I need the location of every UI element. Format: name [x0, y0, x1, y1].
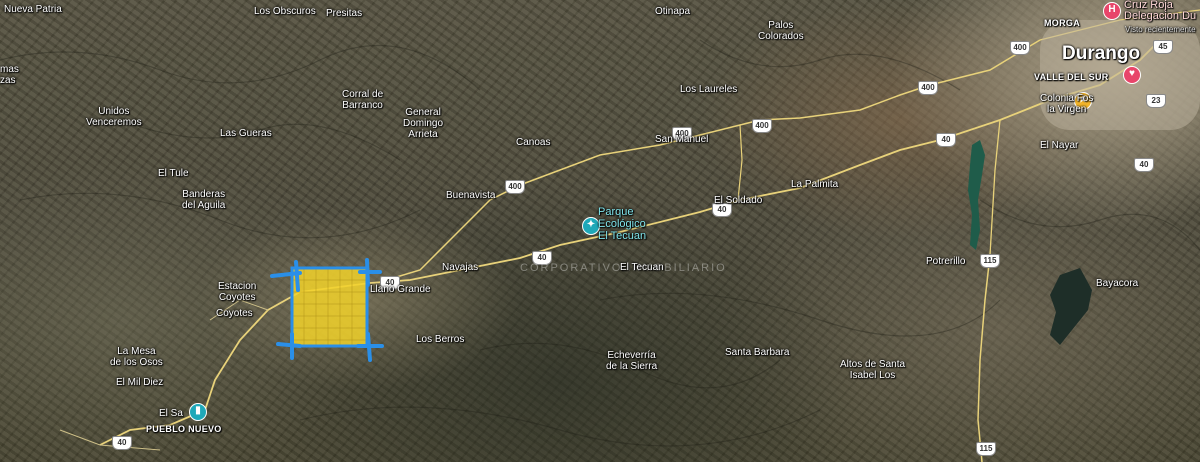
place-label[interactable]: Corral de Barranco	[342, 89, 383, 111]
route-400-shield: 400	[1010, 41, 1030, 55]
place-label[interactable]: Palos Colorados	[758, 20, 804, 42]
place-label[interactable]: MORGA	[1044, 18, 1080, 28]
place-label[interactable]: PUEBLO NUEVO	[146, 424, 222, 434]
place-label-sub: Visto recientemente	[1125, 25, 1196, 34]
place-label[interactable]: La Mesa de los Osos	[110, 346, 163, 368]
route-115-shield: 115	[976, 442, 996, 456]
place-label[interactable]: Presitas	[326, 8, 362, 19]
place-label[interactable]: Estacion Coyotes	[218, 281, 256, 303]
place-label[interactable]: Altos de Santa Isabel Los	[840, 359, 905, 381]
place-label[interactable]: Banderas del Aguila	[182, 189, 225, 211]
route-40-shield: 40	[936, 133, 956, 147]
terrain-texture	[0, 39, 1200, 447]
place-label[interactable]: Canoas	[516, 137, 550, 148]
place-label[interactable]: Colonia Fos la Virgen	[1040, 93, 1093, 115]
place-label[interactable]: Santa Barbara	[725, 347, 790, 358]
place-label[interactable]: Echeverría de la Sierra	[606, 350, 657, 372]
place-label[interactable]: Nueva Patria	[4, 4, 62, 15]
reservoir-south	[1050, 268, 1092, 345]
place-label[interactable]: zas	[0, 75, 16, 86]
route-45-shield: 45	[1153, 40, 1173, 54]
bookmark-pin-icon[interactable]: ▮	[189, 403, 207, 421]
place-label[interactable]: San Manuel	[655, 134, 708, 145]
city-label[interactable]: Durango	[1062, 43, 1140, 64]
place-label[interactable]: El Sa	[159, 408, 183, 419]
place-label[interactable]: Las Gueras	[220, 128, 272, 139]
park-label[interactable]: Parque Ecológico El Tecuan	[598, 206, 646, 242]
place-label[interactable]: VALLE DEL SUR	[1034, 72, 1109, 82]
highlighted-parcel[interactable]	[270, 258, 384, 362]
place-label[interactable]: Llano Grande	[370, 284, 431, 295]
highway-115	[977, 254, 991, 462]
place-label[interactable]: Los Obscuros	[254, 6, 316, 17]
place-label[interactable]: Navajas	[442, 262, 478, 273]
place-label[interactable]: Unidos Venceremos	[86, 106, 142, 128]
place-label[interactable]: Potrerillo	[926, 256, 965, 267]
place-label[interactable]: Los Laureles	[680, 84, 737, 95]
route-40-shield: 40	[1134, 158, 1154, 172]
place-label[interactable]: El Tecuan	[620, 262, 664, 273]
place-label[interactable]: General Domingo Arrieta	[403, 107, 443, 140]
place-label[interactable]: El Mil Diez	[116, 377, 163, 388]
place-label[interactable]: Cruz Roja Delegacion Du	[1124, 0, 1196, 22]
route-23-shield: 23	[1146, 94, 1166, 108]
satellite-map[interactable]: 400 400 400 400 400 40 40 40 40 40 45 23…	[0, 0, 1200, 462]
route-400-shield: 400	[505, 180, 525, 194]
place-label[interactable]: El Tule	[158, 168, 189, 179]
route-400-shield: 400	[752, 119, 772, 133]
road-durango-south	[989, 119, 1001, 256]
cruz-roja-pin-icon[interactable]: H	[1103, 2, 1121, 20]
place-label[interactable]: Otinapa	[655, 6, 690, 17]
place-label[interactable]: La Palmita	[791, 179, 838, 190]
place-label[interactable]: Bayacora	[1096, 278, 1138, 289]
route-40-shield: 40	[112, 436, 132, 450]
highway-40	[99, 39, 1161, 446]
place-label[interactable]: mas	[0, 64, 19, 75]
place-label[interactable]: Buenavista	[446, 190, 495, 201]
reservoir-north	[968, 140, 985, 250]
highway-400	[379, 39, 1041, 283]
place-label[interactable]: Coyotes	[216, 308, 253, 319]
place-label[interactable]: Los Berros	[416, 334, 464, 345]
place-label[interactable]: El Nayar	[1040, 140, 1078, 151]
place-label[interactable]: El Soldado	[714, 195, 762, 206]
route-115-shield: 115	[980, 254, 1000, 268]
road-el-soldado	[737, 124, 743, 201]
route-400-shield: 400	[918, 81, 938, 95]
favorite-heart-pin-icon[interactable]: ♥	[1123, 66, 1141, 84]
